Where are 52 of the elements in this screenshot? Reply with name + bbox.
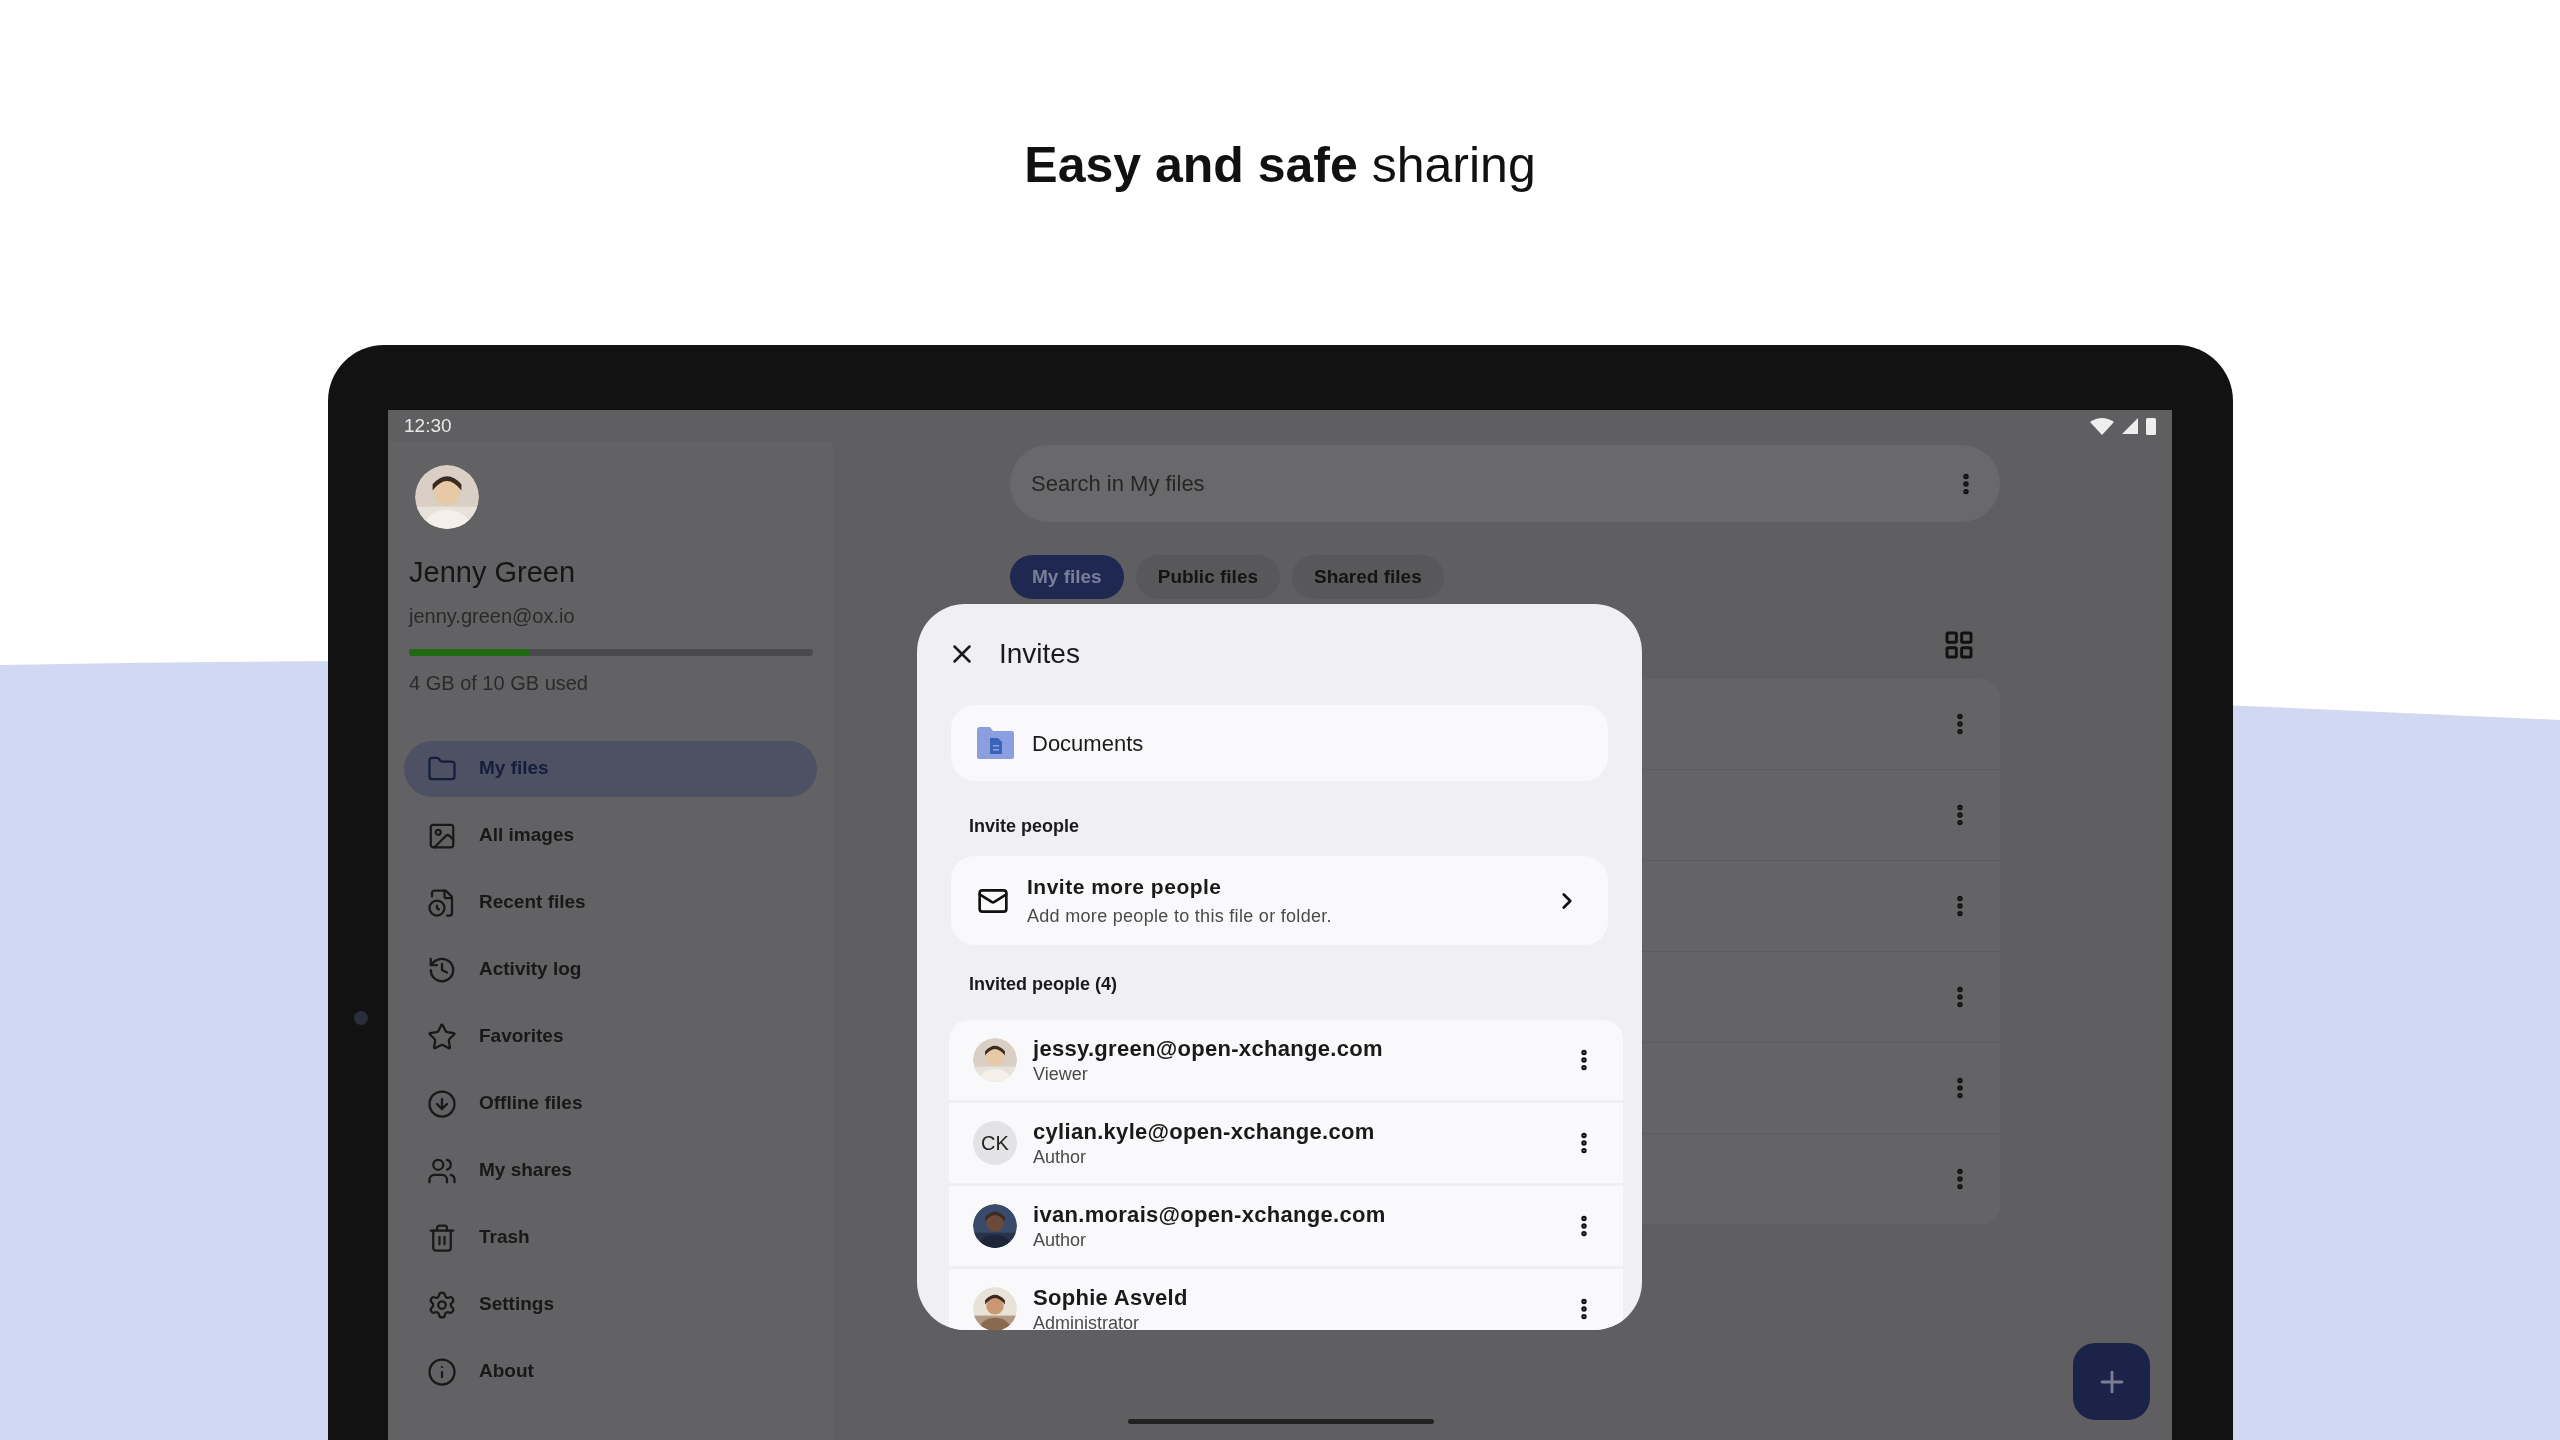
storage-label: 4 GB of 10 GB used bbox=[408, 670, 589, 696]
filter-chip[interactable]: Public files bbox=[1135, 555, 1280, 599]
nav-item[interactable]: Recent files bbox=[404, 874, 817, 931]
invite-more-button[interactable]: Invite more people Add more people to this file or folder. bbox=[951, 856, 1608, 945]
person-role: Author bbox=[1033, 1228, 1088, 1251]
person-name: cylian.kyle@open-xchange.com bbox=[1033, 1118, 1376, 1146]
person-role: Viewer bbox=[1033, 1062, 1089, 1085]
filter-chip[interactable]: My files bbox=[1010, 555, 1124, 599]
nav-item[interactable]: About bbox=[404, 1343, 817, 1400]
download-icon bbox=[427, 1088, 457, 1119]
person-role: Administrator bbox=[1033, 1311, 1141, 1330]
filter-chip[interactable]: Shared files bbox=[1292, 555, 1444, 599]
signal-icon bbox=[2122, 418, 2138, 434]
nav-item[interactable]: Activity log bbox=[404, 941, 817, 998]
person-role: Author bbox=[1033, 1145, 1088, 1168]
person-row[interactable]: jessy.green@open-xchange.com Viewer bbox=[949, 1020, 1623, 1100]
account-email: jenny.green@ox.io bbox=[407, 603, 576, 629]
folder-icon bbox=[975, 726, 1015, 760]
dialog-title: Invites bbox=[999, 637, 1080, 671]
person-name: Sophie Asveld bbox=[1033, 1284, 1189, 1312]
person-name: jessy.green@open-xchange.com bbox=[1033, 1035, 1384, 1063]
nav-item[interactable]: My files bbox=[404, 740, 817, 797]
person-row[interactable]: ivan.morais@open-xchange.com Author bbox=[949, 1186, 1623, 1266]
nav-item[interactable]: Favorites bbox=[404, 1008, 817, 1065]
folder-name: Documents bbox=[1032, 729, 1144, 758]
person-row[interactable]: CK cylian.kyle@open-xchange.com Author bbox=[949, 1103, 1623, 1183]
nav-item[interactable]: My shares bbox=[404, 1142, 817, 1199]
nav-item[interactable]: All images bbox=[404, 807, 817, 864]
invite-subtitle: Add more people to this file or folder. bbox=[1027, 904, 1333, 928]
person-name: ivan.morais@open-xchange.com bbox=[1033, 1201, 1387, 1229]
info-icon bbox=[427, 1356, 457, 1387]
battery-icon bbox=[2146, 417, 2156, 435]
search-placeholder: Search in My files bbox=[1031, 470, 1205, 498]
initials-avatar: CK bbox=[973, 1121, 1017, 1165]
account-name: Jenny Green bbox=[408, 555, 577, 590]
invite-title: Invite more people bbox=[1027, 874, 1223, 901]
settings-icon bbox=[427, 1289, 457, 1320]
headline: Easy and safe sharing bbox=[1024, 140, 1536, 190]
nav-item[interactable]: Settings bbox=[404, 1276, 817, 1333]
trash-icon bbox=[427, 1222, 457, 1253]
status-time: 12:30 bbox=[404, 413, 452, 438]
person-row[interactable]: Sophie Asveld Administrator bbox=[949, 1269, 1623, 1330]
nav-item[interactable]: Trash bbox=[404, 1209, 817, 1266]
grid-view-icon[interactable] bbox=[1943, 629, 1975, 661]
search-field[interactable]: Search in My files bbox=[1010, 445, 2000, 522]
section-label: Invite people bbox=[969, 815, 1081, 838]
add-button[interactable] bbox=[2073, 1343, 2150, 1420]
nav-item[interactable]: Offline files bbox=[404, 1075, 817, 1132]
star-icon bbox=[427, 1021, 457, 1052]
camera-icon bbox=[354, 1011, 368, 1025]
section-label: Invited people (4) bbox=[969, 973, 1119, 996]
wifi-icon bbox=[2090, 417, 2114, 435]
